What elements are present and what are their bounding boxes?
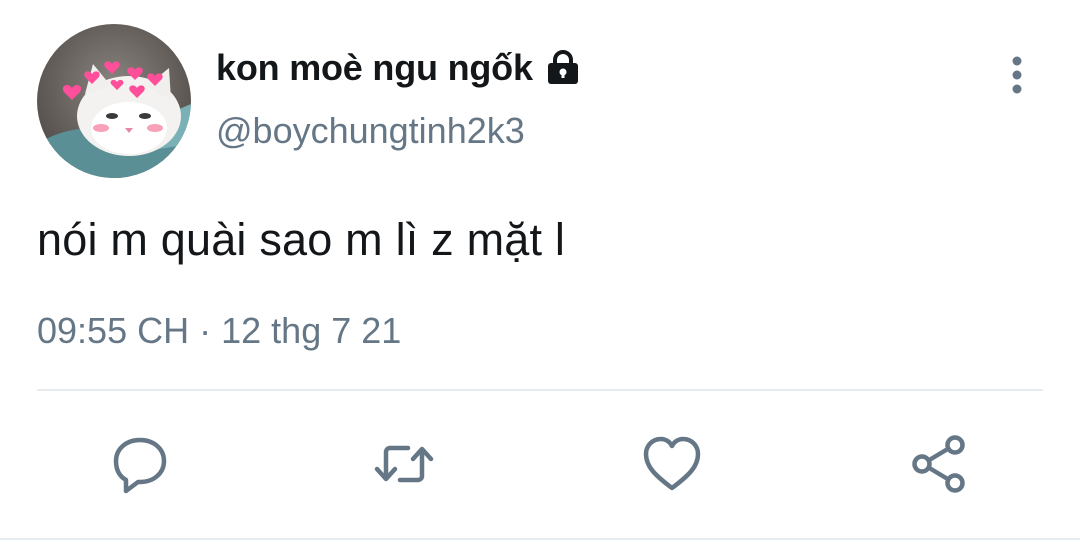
tweet-detail: kon moè ngu ngốk @boychungtinh2k3 nói m … <box>0 0 1080 555</box>
divider <box>37 389 1043 391</box>
cat-avatar-icon <box>37 24 191 178</box>
like-button[interactable] <box>640 432 704 496</box>
bottom-divider <box>0 538 1080 540</box>
timestamp-separator: · <box>199 310 212 351</box>
tweet-date[interactable]: 12 thg 7 21 <box>221 310 401 351</box>
avatar[interactable] <box>37 24 191 178</box>
retweet-button[interactable] <box>372 432 436 496</box>
tweet-time[interactable]: 09:55 CH <box>37 310 189 351</box>
tweet-text: nói m quài sao m lì z mặt l <box>37 214 566 265</box>
display-name-row[interactable]: kon moè ngu ngốk <box>216 44 583 92</box>
reply-button[interactable] <box>108 432 172 496</box>
reply-icon <box>113 437 167 494</box>
share-button[interactable] <box>907 432 971 496</box>
user-handle[interactable]: @boychungtinh2k3 <box>216 110 525 152</box>
timestamp-row: 09:55 CH · 12 thg 7 21 <box>37 310 401 352</box>
more-vertical-icon <box>1012 56 1022 94</box>
display-name: kon moè ngu ngốk <box>216 47 533 88</box>
share-icon <box>912 435 965 493</box>
more-options-button[interactable] <box>996 52 1038 100</box>
retweet-icon <box>374 445 434 483</box>
heart-icon <box>643 436 701 491</box>
lock-icon <box>543 48 583 88</box>
